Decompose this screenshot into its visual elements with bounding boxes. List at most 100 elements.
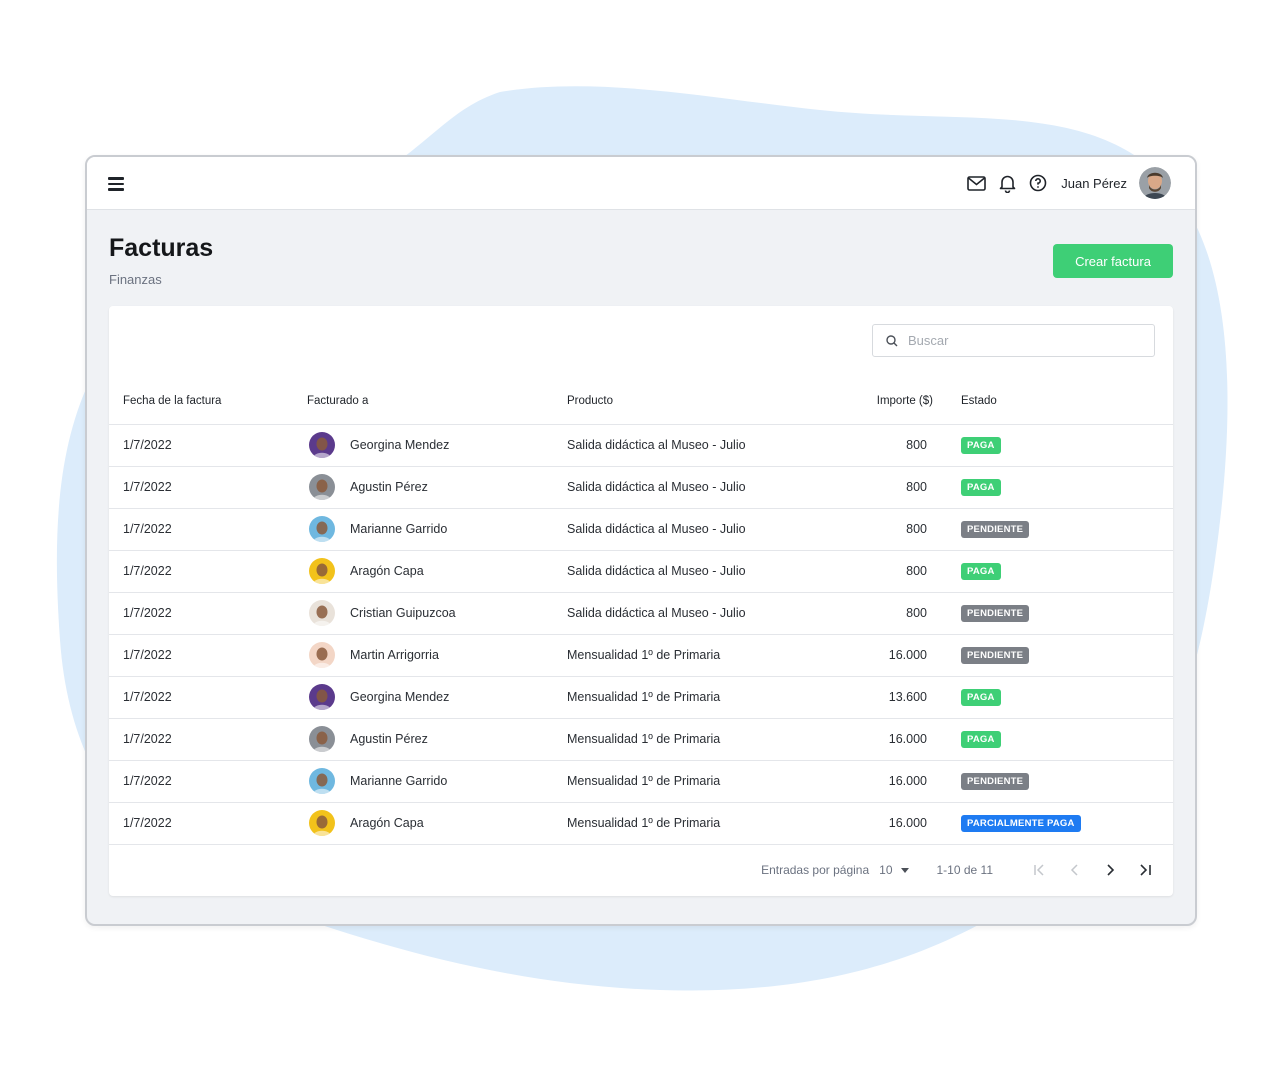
table-row[interactable]: 1/7/2022 Martin Arrigorria Mensualidad 1º … [109, 634, 1173, 677]
table-row[interactable]: 1/7/2022 Georgina Mendez Mensualidad 1º de… [109, 676, 1173, 719]
status-badge: PENDIENTE [961, 520, 1030, 538]
table-row[interactable]: 1/7/2022 Agustin Pérez Salida didáctica al… [109, 466, 1173, 509]
status-cell: PARCIALMENTE PAGA [933, 802, 1173, 845]
status-cell: PAGA [933, 718, 1173, 761]
avatar [309, 600, 335, 626]
rows-per-page-select[interactable]: 10 [879, 863, 892, 877]
invoice-date: 1/7/2022 [109, 760, 307, 803]
avatar [309, 768, 335, 794]
status-cell: PAGA [933, 466, 1173, 509]
menu-icon[interactable] [108, 174, 128, 192]
status-badge: PAGA [961, 436, 1001, 454]
column-header-status[interactable]: Estado [933, 378, 1173, 425]
billed-to-cell: Aragón Capa [307, 550, 567, 593]
table-row[interactable]: 1/7/2022 Aragón Capa Mensualidad 1º de Pri… [109, 802, 1173, 845]
bell-icon[interactable] [997, 173, 1017, 193]
status-cell: PAGA [933, 676, 1173, 719]
column-header-billed-to[interactable]: Facturado a [307, 378, 567, 425]
status-cell: PAGA [933, 550, 1173, 593]
amount: 800 [833, 466, 933, 509]
table-row[interactable]: 1/7/2022 Marianne Garrido Salida didáctica… [109, 508, 1173, 551]
amount: 13.600 [833, 676, 933, 719]
amount: 800 [833, 508, 933, 551]
search-icon [886, 334, 898, 346]
chevron-down-icon[interactable] [900, 867, 909, 873]
billed-to-name[interactable]: Martin Arrigorria [350, 648, 439, 662]
product: Mensualidad 1º de Primaria [567, 676, 833, 719]
billed-to-cell: Marianne Garrido [307, 760, 567, 803]
table-header-row: Fecha de la factura Facturado a Producto… [109, 378, 1173, 425]
billed-to-name[interactable]: Cristian Guipuzcoa [350, 606, 456, 620]
invoice-date: 1/7/2022 [109, 718, 307, 761]
breadcrumb[interactable]: Finanzas [109, 272, 162, 287]
avatar [309, 726, 335, 752]
header-actions: Juan Pérez [966, 165, 1171, 201]
user-name[interactable]: Juan Pérez [1061, 176, 1127, 191]
billed-to-name[interactable]: Georgina Mendez [350, 438, 449, 452]
billed-to-cell: Agustin Pérez [307, 466, 567, 509]
invoice-date: 1/7/2022 [109, 550, 307, 593]
billed-to-cell: Georgina Mendez [307, 424, 567, 467]
mail-icon[interactable] [966, 173, 986, 193]
product: Salida didáctica al Museo - Julio [567, 466, 833, 509]
stage: Juan Pérez Facturas Finanzas Crear factu… [0, 0, 1280, 1080]
column-header-date[interactable]: Fecha de la factura [109, 378, 307, 425]
help-icon[interactable] [1028, 173, 1048, 193]
status-badge: PAGA [961, 562, 1001, 580]
search-box[interactable] [872, 324, 1155, 357]
avatar [309, 642, 335, 668]
billed-to-name[interactable]: Aragón Capa [350, 816, 424, 830]
product: Mensualidad 1º de Primaria [567, 802, 833, 845]
invoice-date: 1/7/2022 [109, 676, 307, 719]
invoice-date: 1/7/2022 [109, 802, 307, 845]
column-header-amount[interactable]: Importe ($) [833, 378, 933, 425]
product: Salida didáctica al Museo - Julio [567, 508, 833, 551]
amount: 800 [833, 592, 933, 635]
table-row[interactable]: 1/7/2022 Agustin Pérez Mensualidad 1º de P… [109, 718, 1173, 761]
billed-to-name[interactable]: Aragón Capa [350, 564, 424, 578]
product: Mensualidad 1º de Primaria [567, 718, 833, 761]
status-badge: PAGA [961, 730, 1001, 748]
page-title: Facturas [109, 234, 214, 262]
product: Salida didáctica al Museo - Julio [567, 550, 833, 593]
amount: 16.000 [833, 760, 933, 803]
create-invoice-button[interactable]: Crear factura [1053, 244, 1173, 278]
table-row[interactable]: 1/7/2022 Aragón Capa Salida didáctica al M… [109, 550, 1173, 593]
billed-to-cell: Georgina Mendez [307, 676, 567, 719]
product: Mensualidad 1º de Primaria [567, 634, 833, 677]
billed-to-cell: Martin Arrigorria [307, 634, 567, 677]
table-row[interactable]: 1/7/2022 Marianne Garrido Mensualidad 1º d… [109, 760, 1173, 803]
table-row[interactable]: 1/7/2022 Cristian Guipuzcoa Salida didácti… [109, 592, 1173, 635]
billed-to-name[interactable]: Marianne Garrido [350, 774, 447, 788]
app-window: Juan Pérez Facturas Finanzas Crear factu… [85, 155, 1197, 926]
avatar [309, 558, 335, 584]
invoice-date: 1/7/2022 [109, 592, 307, 635]
status-cell: PENDIENTE [933, 760, 1173, 803]
billed-to-name[interactable]: Agustin Pérez [350, 480, 428, 494]
search-input[interactable] [908, 333, 1138, 348]
status-cell: PENDIENTE [933, 634, 1173, 677]
billed-to-cell: Cristian Guipuzcoa [307, 592, 567, 635]
amount: 800 [833, 424, 933, 467]
status-badge: PENDIENTE [961, 604, 1030, 622]
status-badge: PENDIENTE [961, 646, 1030, 664]
invoice-date: 1/7/2022 [109, 424, 307, 467]
status-cell: PENDIENTE [933, 508, 1173, 551]
status-badge: PAGA [961, 478, 1001, 496]
billed-to-name[interactable]: Georgina Mendez [350, 690, 449, 704]
billed-to-name[interactable]: Agustin Pérez [350, 732, 428, 746]
next-page-icon[interactable] [1096, 856, 1124, 884]
invoices-table: Fecha de la factura Facturado a Producto… [109, 378, 1173, 845]
product: Salida didáctica al Museo - Julio [567, 424, 833, 467]
first-page-icon[interactable] [1026, 856, 1054, 884]
avatar [309, 684, 335, 710]
last-page-icon[interactable] [1131, 856, 1159, 884]
status-badge: PARCIALMENTE PAGA [961, 814, 1081, 832]
table-row[interactable]: 1/7/2022 Georgina Mendez Salida didáctica … [109, 424, 1173, 467]
column-header-product[interactable]: Producto [567, 378, 833, 425]
avatar [309, 432, 335, 458]
user-avatar[interactable] [1139, 167, 1171, 199]
previous-page-icon[interactable] [1061, 856, 1089, 884]
billed-to-name[interactable]: Marianne Garrido [350, 522, 447, 536]
avatar [309, 474, 335, 500]
